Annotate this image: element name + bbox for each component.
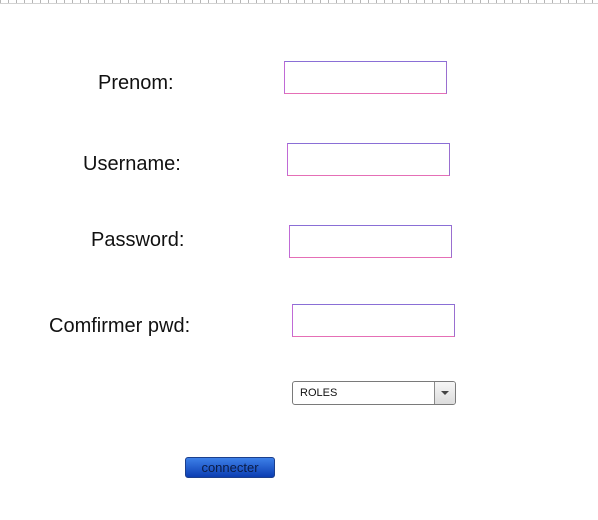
confirm-password-input[interactable] [292, 304, 455, 337]
password-input[interactable] [289, 225, 452, 258]
chevron-down-icon [441, 391, 449, 395]
password-label: Password: [91, 229, 185, 251]
roles-select[interactable]: ROLES [292, 381, 456, 405]
registration-form-page: Prenom: Username: Password: Comfirmer pw… [0, 0, 598, 520]
roles-select-value: ROLES [300, 387, 338, 399]
prenom-label: Prenom: [98, 72, 174, 94]
top-ruler [0, 0, 598, 4]
roles-dropdown-toggle[interactable] [434, 382, 455, 404]
prenom-input[interactable] [284, 61, 447, 94]
confirm-password-label: Comfirmer pwd: [49, 315, 191, 337]
connect-button[interactable]: connecter [185, 457, 275, 478]
username-input[interactable] [287, 143, 450, 176]
username-label: Username: [83, 153, 181, 175]
